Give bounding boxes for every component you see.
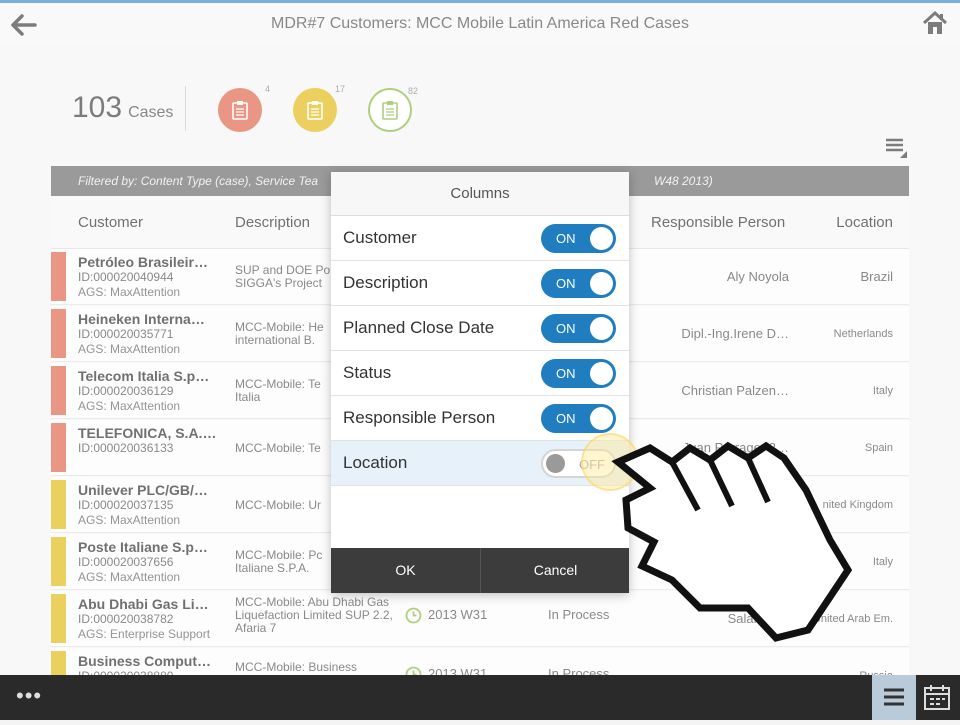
ok-button[interactable]: OK — [331, 548, 481, 593]
toggle-switch[interactable]: ON — [541, 314, 616, 343]
option-label: Responsible Person — [343, 408, 496, 427]
option-label: Description — [343, 273, 429, 292]
option-label: Planned Close Date — [343, 318, 495, 337]
toggle-switch[interactable]: ON — [541, 404, 616, 433]
toggle-switch[interactable]: ON — [541, 269, 616, 298]
bottom-toolbar: ••• — [0, 675, 960, 720]
column-option-description[interactable]: Description ON — [331, 261, 629, 306]
calendar-icon — [924, 685, 950, 710]
toggle-state: ON — [556, 231, 576, 246]
hand-pointer-icon — [581, 433, 853, 642]
toggle-knob — [590, 317, 613, 340]
toggle-knob — [590, 407, 613, 430]
toggle-state: ON — [556, 366, 576, 381]
toggle-switch[interactable]: ON — [541, 359, 616, 388]
toggle-state: ON — [556, 411, 576, 426]
list-view-button[interactable] — [872, 675, 916, 720]
toggle-switch[interactable]: ON — [541, 224, 616, 253]
toggle-knob — [590, 272, 613, 295]
option-label: Customer — [343, 228, 417, 247]
calendar-view-button[interactable] — [922, 683, 952, 713]
toggle-knob — [590, 362, 613, 385]
toggle-knob — [546, 454, 565, 473]
column-option-customer[interactable]: Customer ON — [331, 216, 629, 261]
list-icon — [884, 688, 904, 706]
toggle-knob — [590, 227, 613, 250]
toggle-state: ON — [556, 321, 576, 336]
more-button[interactable]: ••• — [16, 683, 41, 711]
toggle-state: ON — [556, 276, 576, 291]
column-option-planned-close-date[interactable]: Planned Close Date ON — [331, 306, 629, 351]
option-label: Location — [343, 453, 408, 472]
dialog-title: Columns — [331, 172, 629, 216]
column-option-status[interactable]: Status ON — [331, 351, 629, 396]
option-label: Status — [343, 363, 392, 382]
